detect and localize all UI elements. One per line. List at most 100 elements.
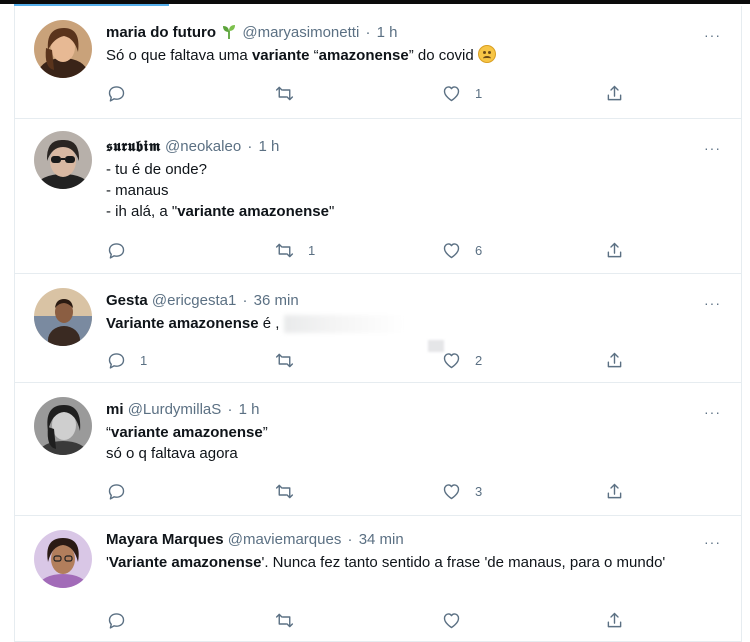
author-name[interactable]: mi <box>106 401 124 418</box>
like-icon <box>443 352 460 368</box>
text-bold-segment: variante amazonense <box>177 203 329 220</box>
separator-dot: · <box>247 138 253 155</box>
separator-dot: · <box>227 401 233 418</box>
text-segment: Só o que faltava uma <box>106 47 252 64</box>
author-name[interactable]: Gesta <box>106 292 148 309</box>
separator-dot: · <box>347 531 353 548</box>
text-line: só o q faltava agora <box>106 445 238 462</box>
like-count: 2 <box>475 352 483 368</box>
text-segment: é , <box>258 315 280 332</box>
retweet-button[interactable]: 1 <box>274 238 315 262</box>
tweet-actions: 3 <box>106 479 626 503</box>
tweet[interactable]: maria do futuro @maryasimonetti · 1 h Só… <box>15 6 741 119</box>
text-bold-segment: Variante amazonense <box>106 315 259 332</box>
tweet[interactable]: Gesta @ericgesta1 · 36 min Variante amaz… <box>15 274 741 383</box>
like-button[interactable]: 2 <box>441 348 482 372</box>
share-button[interactable] <box>604 238 625 262</box>
like-count: 1 <box>475 85 483 101</box>
share-icon <box>607 85 622 100</box>
author-name[interactable]: Mayara Marques <box>106 531 224 548</box>
more-options-button[interactable]: ··· <box>704 405 721 419</box>
tweet-text: Variante amazonense é , <box>106 313 725 334</box>
tweet-header: mi @LurdymillaS · 1 h <box>106 400 725 420</box>
share-icon <box>607 242 622 257</box>
text-line: - manaus <box>106 182 169 199</box>
text-segment: “ <box>309 47 319 64</box>
text-segment: ” do covid <box>408 47 478 64</box>
tweet-actions: 1 6 <box>106 238 626 262</box>
tweet-time[interactable]: 36 min <box>254 292 299 309</box>
reply-button[interactable] <box>106 479 140 503</box>
like-count: 6 <box>475 242 483 258</box>
retweet-button[interactable] <box>274 479 308 503</box>
reply-icon <box>108 85 125 102</box>
tweet[interactable]: 𝖘𝖚𝖗𝖚𝖇𝖎𝖒 @neokaleo · 1 h - tu é de onde? … <box>15 119 741 274</box>
redacted-blur <box>283 315 404 334</box>
retweet-button[interactable] <box>274 608 308 632</box>
share-icon <box>607 352 622 367</box>
reply-icon <box>108 352 125 369</box>
share-icon <box>607 612 622 627</box>
tweet-actions <box>106 608 626 632</box>
author-handle[interactable]: @ericgesta1 <box>152 292 236 309</box>
redacted-blur <box>428 340 444 352</box>
tweet-text: Só o que faltava uma variante “amazonens… <box>106 45 725 66</box>
author-handle[interactable]: @maryasimonetti <box>242 24 359 41</box>
reply-button[interactable] <box>106 81 140 105</box>
avatar[interactable] <box>34 530 92 588</box>
share-button[interactable] <box>604 348 625 372</box>
retweet-icon <box>275 613 294 627</box>
like-button[interactable]: 6 <box>441 238 482 262</box>
text-segment: - ih alá, a " <box>106 203 178 220</box>
tweet[interactable]: mi @LurdymillaS · 1 h “variante amazonen… <box>15 383 741 516</box>
tweet-text: 'Variante amazonense'. Nunca fez tanto s… <box>106 552 725 573</box>
retweet-icon <box>275 86 294 100</box>
author-handle[interactable]: @neokaleo <box>165 138 241 155</box>
author-name[interactable]: 𝖘𝖚𝖗𝖚𝖇𝖎𝖒 <box>106 137 161 155</box>
more-options-button[interactable]: ··· <box>704 28 721 42</box>
more-options-button[interactable]: ··· <box>704 296 721 310</box>
tweet-header: Gesta @ericgesta1 · 36 min <box>106 291 725 311</box>
reply-button[interactable]: 1 <box>106 348 147 372</box>
reply-icon <box>108 612 125 629</box>
like-icon <box>443 612 460 628</box>
more-options-button[interactable]: ··· <box>704 141 721 155</box>
avatar[interactable] <box>34 20 92 78</box>
tweet-time[interactable]: 1 h <box>259 138 280 155</box>
reply-button[interactable] <box>106 608 140 632</box>
retweet-icon <box>275 353 294 367</box>
text-bold-segment: variante amazonense <box>111 424 263 441</box>
tweet-header: maria do futuro @maryasimonetti · 1 h <box>106 23 725 43</box>
text-bold-segment: Variante amazonense <box>108 554 262 571</box>
retweet-icon <box>275 243 294 257</box>
retweet-button[interactable] <box>274 348 308 372</box>
text-line: - tu é de onde? <box>106 161 207 178</box>
text-line: “variante amazonense” <box>106 422 725 443</box>
more-options-button[interactable]: ··· <box>704 535 721 549</box>
author-handle[interactable]: @LurdymillaS <box>128 401 222 418</box>
tweet-header: 𝖘𝖚𝖗𝖚𝖇𝖎𝖒 @neokaleo · 1 h <box>106 136 725 157</box>
avatar[interactable] <box>34 288 92 346</box>
share-button[interactable] <box>604 479 625 503</box>
author-handle[interactable]: @maviemarques <box>228 531 342 548</box>
seedling-icon <box>222 24 240 41</box>
like-button[interactable]: 1 <box>441 81 482 105</box>
like-icon <box>443 242 460 258</box>
tweet-time[interactable]: 1 h <box>239 401 260 418</box>
share-button[interactable] <box>604 608 625 632</box>
tweet[interactable]: Mayara Marques @maviemarques · 34 min 'V… <box>15 516 741 642</box>
tweet-time[interactable]: 34 min <box>359 531 404 548</box>
author-name[interactable]: maria do futuro <box>106 24 216 41</box>
avatar[interactable] <box>34 131 92 189</box>
tweet-time[interactable]: 1 h <box>377 24 398 41</box>
like-button[interactable] <box>441 608 475 632</box>
tweet-header: Mayara Marques @maviemarques · 34 min <box>106 530 725 550</box>
avatar[interactable] <box>34 397 92 455</box>
retweet-count: 1 <box>308 242 316 258</box>
tweet-text: “variante amazonense” só o q faltava ago… <box>106 422 725 464</box>
retweet-button[interactable] <box>274 81 308 105</box>
like-button[interactable]: 3 <box>441 479 482 503</box>
reply-button[interactable] <box>106 238 140 262</box>
share-button[interactable] <box>604 81 625 105</box>
like-count: 3 <box>475 483 483 499</box>
